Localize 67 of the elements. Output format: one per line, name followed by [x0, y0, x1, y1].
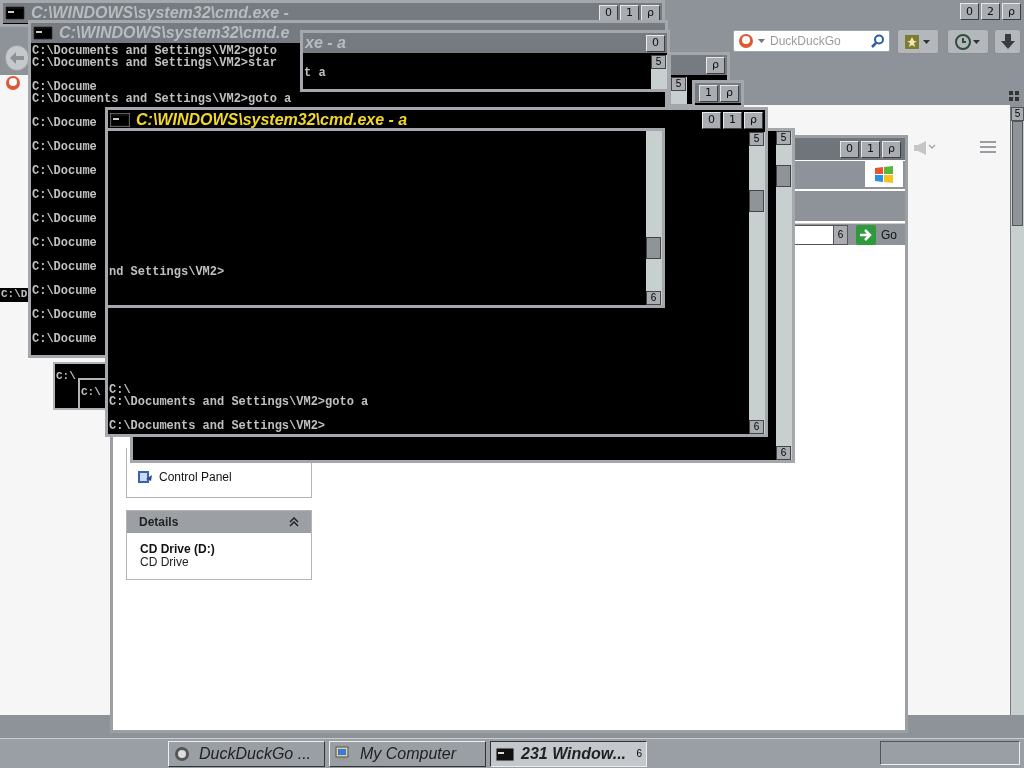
scrollbar[interactable]: 5 6 — [776, 131, 792, 460]
scrollbar[interactable]: 5 6 — [749, 132, 765, 434]
console-line: C:\Docume — [32, 309, 97, 321]
console-line: C:\Docume — [32, 141, 97, 153]
pane-title: Details — [139, 514, 179, 531]
window-title: C:\WINDOWS\system32\cmd.exe - — [31, 3, 289, 23]
console-line: C:\Docume — [32, 237, 97, 249]
scroll-button[interactable]: 5 — [776, 131, 791, 145]
address-field[interactable]: 6 — [793, 224, 848, 245]
console-line: C:\Documents and Settings\VM2> — [109, 420, 326, 432]
console-line: C:\Docume — [32, 189, 97, 201]
scroll-button[interactable]: 6 — [749, 420, 764, 434]
console-line: C:\Docume — [32, 165, 97, 177]
scrollbar[interactable]: 5 — [1010, 107, 1024, 715]
window-button[interactable]: ρ — [882, 140, 901, 158]
console-line: C:\Docume — [32, 333, 97, 345]
console-line: C:\Docume — [32, 117, 97, 129]
window-button[interactable]: 0 — [840, 140, 859, 158]
console-line: C:\ — [109, 384, 131, 396]
scroll-button[interactable]: 5 — [749, 132, 764, 146]
console-line: C:\Documents and Settings\VM2>goto a — [32, 93, 292, 105]
window-button[interactable]: 0 — [702, 111, 721, 129]
pane-header[interactable]: Details — [127, 511, 311, 533]
search-field[interactable]: DuckDuckGo — [770, 32, 867, 50]
task-link[interactable]: Control Panel — [159, 468, 232, 486]
window-title: C:\WINDOWS\system32\cmd.exe - a — [136, 110, 408, 130]
taskbar-button[interactable]: 231 Window... 6 — [490, 740, 647, 767]
scrollbar[interactable]: 6 — [646, 131, 662, 305]
console-line: C:\Documents and Settings\VM2>star — [32, 57, 277, 69]
console-line: C:\Documents and Settings\VM2>goto a — [109, 396, 369, 408]
scroll-button[interactable]: 6 — [646, 291, 661, 305]
window-button[interactable]: ρ — [744, 111, 763, 129]
window-button[interactable]: ρ — [1002, 3, 1021, 20]
scrollbar[interactable]: 5 — [651, 55, 667, 89]
console-line: C:\Docume — [32, 261, 97, 273]
window-button[interactable]: 1 — [723, 111, 742, 129]
taskbar-button[interactable]: My Computer — [329, 740, 486, 767]
window-title: xe - a — [305, 33, 346, 53]
console-text: C:\D — [0, 288, 28, 300]
console-line: C:\Docume — [32, 81, 97, 93]
window-button[interactable]: 2 — [981, 3, 1000, 20]
window-button[interactable]: 1 — [699, 84, 718, 102]
scroll-button[interactable]: 5 — [1011, 107, 1024, 121]
window-button[interactable]: 0 — [960, 3, 979, 20]
taskbar-button[interactable]: DuckDuckGo ... — [168, 740, 325, 767]
console-line: t a — [304, 67, 326, 79]
go-button[interactable]: Go — [852, 224, 897, 245]
scroll-button[interactable]: 5 — [651, 55, 666, 69]
dropdown-button[interactable]: 6 — [833, 225, 847, 244]
window-button[interactable]: ρ — [720, 84, 739, 102]
drive-name: CD Drive (D:) — [139, 541, 216, 556]
console-line: C:\Documents and Settings\VM2>goto — [32, 45, 277, 57]
drive-type: CD Drive — [139, 556, 190, 569]
search-bar[interactable]: DuckDuckGo — [733, 30, 890, 52]
window-button[interactable]: ρ — [706, 56, 725, 74]
console-line: C:\Docume — [32, 213, 97, 225]
window-count: 6 — [636, 747, 642, 761]
console-line: nd Settings\VM2> — [109, 266, 225, 278]
window-button[interactable]: 1 — [861, 140, 880, 158]
window-button[interactable]: 0 — [646, 34, 665, 52]
scroll-button[interactable]: 6 — [776, 446, 791, 460]
console-text: C:\ — [80, 385, 101, 398]
scrollbar[interactable]: 5 — [671, 77, 687, 104]
scroll-button[interactable]: 5 — [671, 77, 686, 91]
console-line: C:\Docume — [32, 285, 97, 297]
console-text: C:\ — [55, 369, 76, 382]
window-title: C:\WINDOWS\system32\cmd.e — [59, 23, 290, 43]
